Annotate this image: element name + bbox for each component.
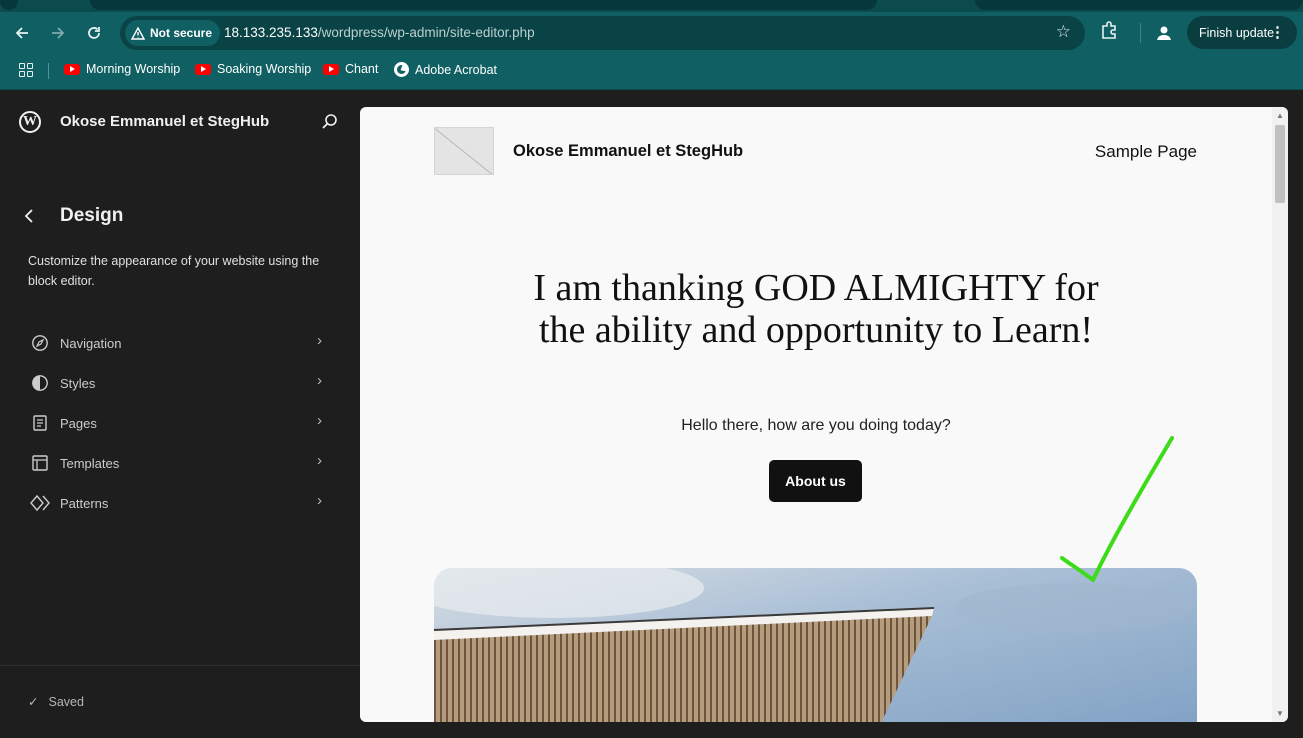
browser-toolbar: Not secure 18.133.235.133/wordpress/wp-a… [0,12,1303,54]
sidebar-item-styles[interactable]: Styles › [28,367,328,399]
editor-canvas[interactable]: Okose Emmanuel et StegHub Sample Page I … [360,107,1288,722]
pages-icon [28,411,52,435]
sidebar-item-navigation[interactable]: Navigation › [28,327,328,359]
youtube-icon [64,63,80,75]
tab[interactable] [975,0,1303,10]
check-icon: ✓ [28,695,39,709]
chevron-right-icon: › [317,492,322,509]
navigation-icon [28,331,52,355]
sidebar-item-pages[interactable]: Pages › [28,407,328,439]
bookmark-morning-worship[interactable]: Morning Worship [64,62,180,76]
hero-image[interactable] [434,568,1197,722]
sidebar-item-patterns[interactable]: Patterns › [28,487,328,519]
sidebar-item-label: Styles [60,375,96,391]
hero-subheading[interactable]: Hello there, how are you doing today? [530,417,1102,435]
nav-link-sample-page[interactable]: Sample Page [1095,142,1197,162]
patterns-icon [28,491,52,515]
site-title[interactable]: Okose Emmanuel et StegHub [60,113,269,130]
security-label: Not secure [150,26,213,40]
canvas-scrollbar[interactable]: ▲ ▼ [1272,107,1288,722]
bookmark-label: Soaking Worship [217,62,312,76]
scroll-thumb[interactable] [1275,125,1285,203]
about-us-button[interactable]: About us [769,460,862,502]
sidebar-item-label: Templates [60,455,120,471]
finish-update-label: Finish update [1199,25,1275,40]
warning-icon [131,26,145,40]
chevron-right-icon: › [317,332,322,349]
bookmark-label: Morning Worship [86,62,181,76]
sidebar-item-label: Navigation [60,335,122,351]
sidebar-item-label: Patterns [60,495,109,511]
youtube-icon [323,63,339,75]
address-bar[interactable]: Not secure 18.133.235.133/wordpress/wp-a… [120,16,1085,50]
sidebar-item-templates[interactable]: Templates › [28,447,328,479]
chevron-left-icon[interactable] [22,207,36,230]
finish-update-button[interactable]: Finish update ⋮ [1187,16,1297,49]
wordpress-logo-icon[interactable]: W [19,111,41,133]
site-logo-placeholder[interactable] [434,127,494,175]
bookmark-label: Chant [345,62,379,76]
scroll-down-icon[interactable]: ▼ [1276,709,1284,718]
chevron-right-icon: › [317,372,322,389]
templates-icon [28,451,52,475]
hero-heading[interactable]: I am thanking GOD ALMIGHTY for the abili… [530,267,1102,351]
tab[interactable] [0,0,18,10]
save-status-label: Saved [48,694,84,709]
canvas-site-title[interactable]: Okose Emmanuel et StegHub [513,142,743,161]
toolbar-divider [1140,23,1141,43]
sidebar-footer: ✓ Saved [0,665,360,738]
reload-icon[interactable] [81,20,107,46]
apps-grid-icon[interactable] [19,63,33,77]
extensions-icon[interactable] [1099,20,1123,44]
bookmark-star-icon[interactable]: ☆ [1056,22,1071,42]
url-path: /wordpress/wp-admin/site-editor.php [317,25,535,40]
section-title: Design [60,205,124,226]
chevron-right-icon: › [317,412,322,429]
more-menu-icon[interactable]: ⋮ [1270,23,1285,41]
chevron-right-icon: › [317,452,322,469]
bookmark-adobe-acrobat[interactable]: Adobe Acrobat [394,62,497,77]
globe-icon [394,62,409,77]
tab[interactable] [90,0,877,10]
section-description: Customize the appearance of your website… [28,254,320,288]
forward-arrow-icon[interactable] [45,20,71,46]
url-text[interactable]: 18.133.235.133/wordpress/wp-admin/site-e… [224,25,535,40]
bookmarks-bar: Morning Worship Soaking Worship Chant Ad… [0,54,1303,90]
bookmarks-divider [48,63,49,79]
scroll-up-icon[interactable]: ▲ [1276,111,1284,120]
bookmark-soaking-worship[interactable]: Soaking Worship [195,62,311,76]
search-icon[interactable] [321,113,339,131]
profile-icon[interactable] [1152,21,1176,45]
sidebar-item-label: Pages [60,415,97,431]
save-status: ✓ Saved [28,694,84,710]
tab-strip [0,0,1303,12]
bookmark-chant[interactable]: Chant [323,62,378,76]
youtube-icon [195,63,211,75]
styles-icon [28,371,52,395]
security-chip[interactable]: Not secure [125,20,221,46]
back-arrow-icon[interactable] [9,20,35,46]
url-host: 18.133.235.133 [224,25,318,40]
site-editor-sidebar: W Okose Emmanuel et StegHub Design Custo… [0,91,360,738]
bookmark-label: Adobe Acrobat [415,62,498,77]
